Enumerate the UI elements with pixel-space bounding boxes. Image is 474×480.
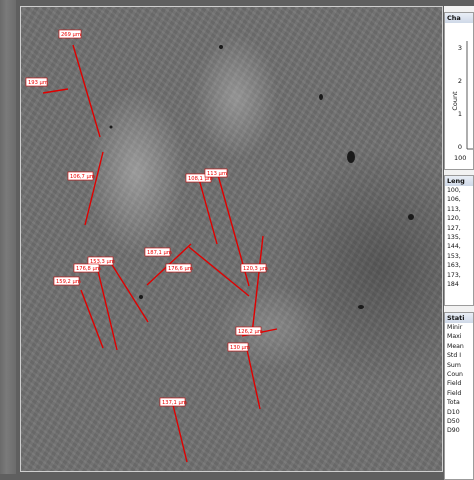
measurement-overlay: 269 µm 193 µm 106,7 µm 108,1 µm 113 µm 1… (25, 29, 414, 463)
measure-label-10: 176,8 µm (73, 263, 101, 273)
length-item[interactable]: 153, (445, 252, 473, 261)
svg-text:106,7 µm: 106,7 µm (70, 174, 95, 180)
stat-item: Maxi (447, 333, 462, 341)
histogram-ylabel: Count (451, 91, 459, 111)
length-item[interactable]: 135, (445, 233, 473, 242)
length-item[interactable]: 184 (445, 280, 473, 289)
measure-label-3: 106,7 µm (67, 171, 95, 181)
svg-text:176,6 µm: 176,6 µm (168, 266, 193, 272)
length-item[interactable]: 100, (445, 186, 473, 195)
measure-line-4[interactable] (198, 178, 218, 245)
svg-text:120,3 µm: 120,3 µm (243, 266, 268, 272)
histogram-ytick-1: 1 (458, 110, 462, 118)
statistics-list: Minir Maxi Mean Std I Sum Coun Field Fie… (445, 323, 473, 436)
micrograph-image: 269 µm 193 µm 106,7 µm 108,1 µm 113 µm 1… (20, 6, 443, 472)
svg-text:187,1 µm: 187,1 µm (147, 250, 172, 256)
histogram-ytick-0: 0 (458, 143, 462, 151)
measure-line-11[interactable] (80, 289, 104, 349)
stat-item: Std I (447, 352, 462, 360)
histogram-panel-title: Cha (445, 13, 473, 23)
measure-label-7: 176,6 µm (165, 263, 193, 273)
stat-item: D50 (447, 418, 460, 426)
length-item[interactable]: 113, (445, 205, 473, 214)
svg-text:113 µm: 113 µm (207, 171, 227, 177)
stat-item: Field (447, 389, 462, 397)
svg-text:159,2 µm: 159,2 µm (56, 279, 81, 285)
stat-item: Field (447, 380, 462, 388)
svg-text:130 µm: 130 µm (230, 345, 250, 351)
length-item[interactable]: 144, (445, 242, 473, 251)
length-item[interactable]: 106, (445, 195, 473, 204)
svg-text:137,1 µm: 137,1 µm (162, 400, 187, 406)
measure-line-8[interactable] (251, 235, 264, 335)
left-strip (0, 0, 16, 474)
histogram-ytick-3: 3 (458, 44, 462, 52)
length-list[interactable]: 100, 106, 113, 120, 127, 135, 144, 153, … (445, 186, 473, 289)
measure-label-13: 130 µm (227, 342, 250, 352)
length-item[interactable]: 127, (445, 224, 473, 233)
stat-item: D10 (447, 408, 460, 416)
svg-text:193 µm: 193 µm (28, 80, 48, 86)
measure-line-14[interactable] (172, 404, 188, 463)
measure-label-8: 120,3 µm (240, 263, 268, 273)
stat-item: Minir (447, 324, 463, 331)
histogram-xtick: 100 (454, 154, 466, 162)
measure-line-1[interactable] (72, 44, 101, 138)
measure-line-3[interactable] (84, 151, 104, 226)
stat-item: Tota (447, 399, 460, 407)
length-item[interactable]: 173, (445, 271, 473, 280)
measure-label-2: 193 µm (25, 77, 48, 87)
histogram-panel: Cha Count 3 2 1 0 100 (444, 12, 474, 170)
measure-label-1: 269 µm (58, 29, 82, 39)
stat-item: D90 (447, 427, 460, 435)
stat-item: Sum (447, 361, 461, 369)
measure-label-5: 113 µm (204, 168, 228, 178)
length-panel: Leng 100, 106, 113, 120, 127, 135, 144, … (444, 175, 474, 306)
statistics-panel: Stati Minir Maxi Mean Std I Sum Coun Fie… (444, 312, 474, 480)
measure-label-11: 159,2 µm (53, 276, 81, 286)
measure-label-12: 126,2 µm (235, 326, 263, 336)
histogram-chart: Count 3 2 1 0 100 (451, 41, 473, 162)
stat-item: Coun (447, 371, 463, 379)
side-panels: Cha Count 3 2 1 0 100 Leng 100, 106, 113… (444, 6, 474, 480)
length-item[interactable]: 163, (445, 261, 473, 270)
svg-text:126,2 µm: 126,2 µm (238, 329, 263, 335)
histogram-ytick-2: 2 (458, 77, 462, 85)
measure-label-6: 187,1 µm (144, 247, 172, 257)
length-item[interactable]: 120, (445, 214, 473, 223)
measure-line-10[interactable] (97, 270, 118, 351)
svg-text:176,8 µm: 176,8 µm (76, 266, 101, 272)
measure-line-2[interactable] (42, 88, 69, 94)
svg-text:269 µm: 269 µm (61, 32, 81, 38)
measure-line-13[interactable] (245, 344, 261, 410)
image-frame: 269 µm 193 µm 106,7 µm 108,1 µm 113 µm 1… (0, 0, 474, 480)
stat-item: Mean (447, 342, 464, 350)
length-panel-title: Leng (445, 176, 473, 186)
measure-line-9[interactable] (108, 259, 149, 323)
statistics-panel-title: Stati (445, 313, 473, 323)
measure-label-14: 137,1 µm (159, 397, 187, 407)
